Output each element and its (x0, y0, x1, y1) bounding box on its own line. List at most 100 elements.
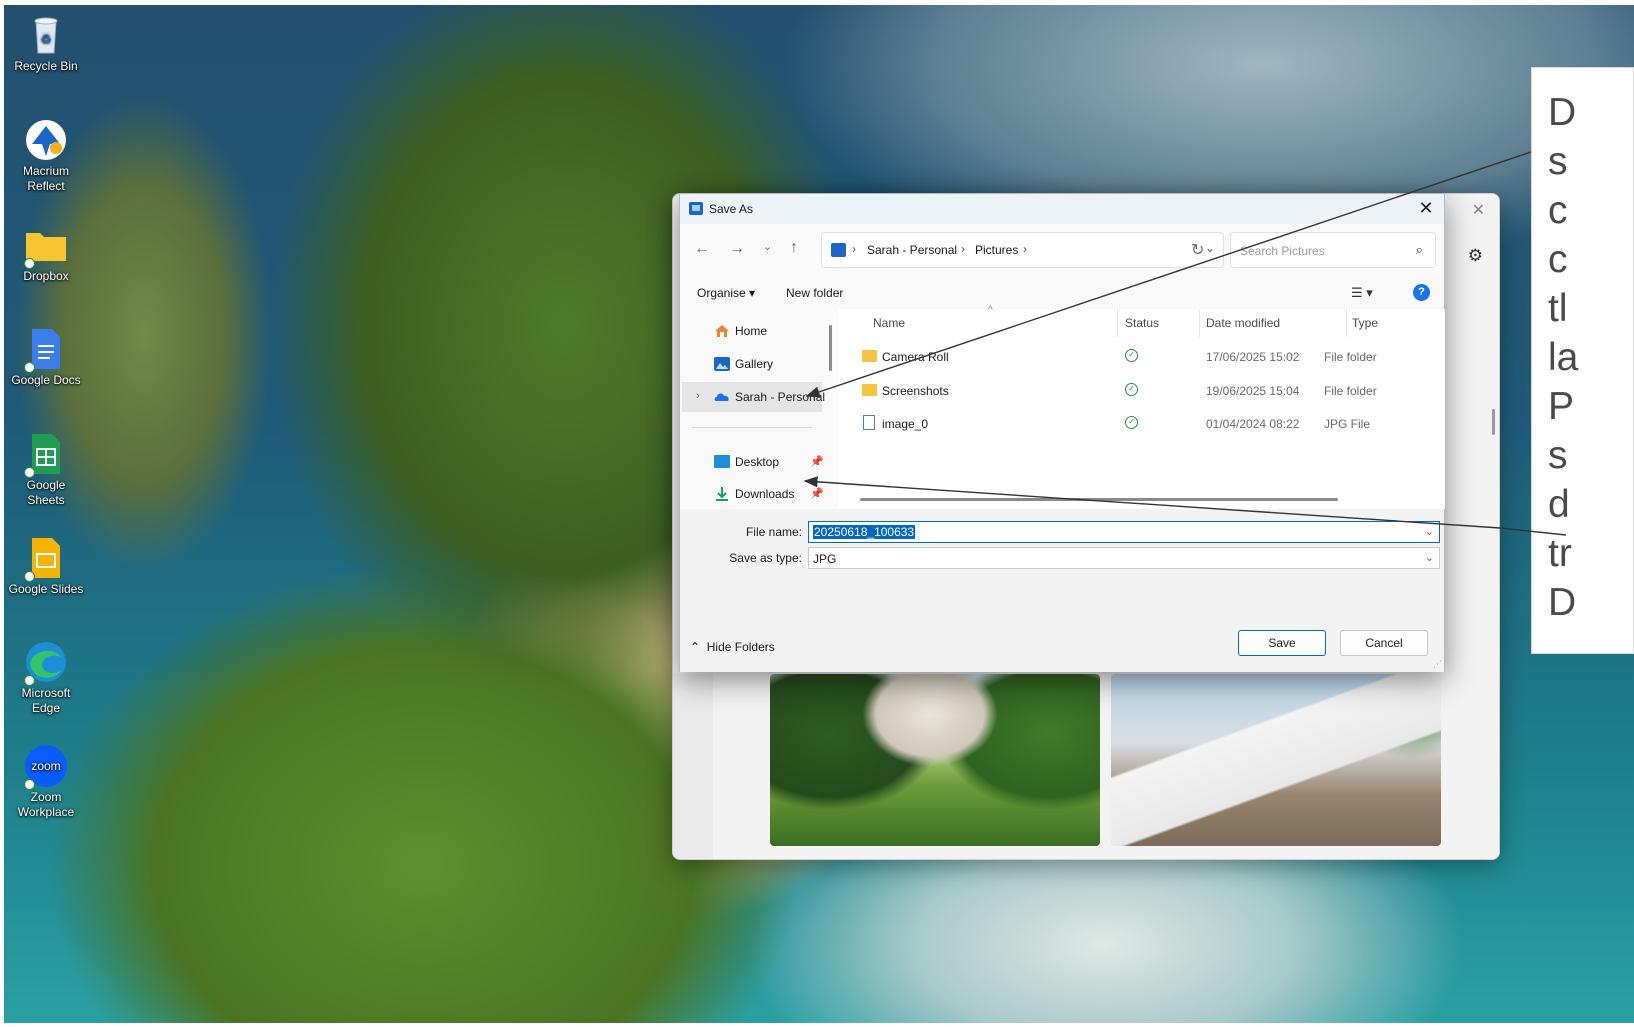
resize-grip-icon[interactable]: ⋰ (1433, 659, 1442, 670)
dialog-title: Save As (709, 202, 754, 216)
desktop-shortcut-label: Microsoft Edge (21, 686, 71, 715)
file-type: File folder (1324, 384, 1377, 398)
desktop-shortcut-microsoft-edge[interactable]: Microsoft Edge (8, 640, 84, 716)
column-header-date-modified[interactable]: Date modified (1206, 316, 1280, 330)
desktop-icon (714, 455, 730, 469)
desktop-shortcut-dropbox[interactable]: Dropbox (8, 223, 84, 284)
save-button[interactable]: Save (1238, 630, 1326, 656)
save-as-type-select[interactable]: JPG ⌄ (808, 547, 1440, 569)
dialog-footer: ⌃ Hide Folders Save Cancel ⋰ (680, 609, 1444, 672)
column-divider[interactable] (1346, 309, 1347, 337)
column-header-type[interactable]: Type (1352, 316, 1378, 330)
desktop-shortcut-label: Dropbox (23, 269, 69, 283)
cancel-button[interactable]: Cancel (1340, 630, 1428, 656)
desktop-shortcut-zoom-workplace[interactable]: zoom Zoom Workplace (8, 744, 84, 820)
close-button[interactable]: ✕ (1416, 198, 1436, 218)
desktop-shortcut-macrium-reflect[interactable]: Macrium Reflect (8, 118, 84, 194)
callout-line: d (1548, 483, 1570, 526)
chevron-right-icon[interactable]: › (696, 390, 700, 402)
downloads-icon (714, 487, 730, 501)
app-icon (689, 202, 703, 215)
new-folder-button[interactable]: New folder (786, 286, 843, 300)
sidebar-item-label: Gallery (735, 357, 774, 371)
file-type: File folder (1324, 350, 1377, 364)
organise-button[interactable]: Organise ▾ (697, 286, 755, 300)
column-divider[interactable] (1117, 309, 1118, 337)
address-bar[interactable]: › Sarah - Personal › Pictures › ⌄ (821, 232, 1224, 268)
help-icon[interactable]: ? (1413, 284, 1430, 301)
chevron-up-icon: ⌃ (690, 640, 701, 654)
sidebar-item-home[interactable]: Home (682, 316, 822, 346)
file-row[interactable]: image_0 ✓ 01/04/2024 08:22 JPG File (838, 408, 1445, 440)
file-row[interactable]: Screenshots ✓ 19/06/2025 15:04 File fold… (838, 375, 1445, 407)
search-box[interactable]: Search Pictures ⌕ (1230, 232, 1436, 268)
edge-icon (24, 640, 68, 686)
scrollbar[interactable] (1492, 409, 1495, 435)
column-header-status[interactable]: Status (1125, 316, 1159, 330)
close-icon[interactable]: ✕ (1472, 200, 1485, 220)
column-header-name[interactable]: Name (873, 316, 905, 330)
desktop-shortcut-recycle-bin[interactable]: ♻ Recycle Bin (8, 13, 84, 74)
google-docs-icon (24, 327, 68, 373)
pictures-icon (831, 243, 846, 257)
file-type: JPG File (1324, 417, 1371, 431)
gear-icon[interactable]: ⚙ (1468, 246, 1483, 266)
column-divider[interactable] (1199, 309, 1200, 337)
scrollbar[interactable] (829, 325, 832, 371)
sidebar-item-sarah-personal[interactable]: › Sarah - Personal (682, 382, 825, 412)
recent-locations-chevron-icon[interactable]: ⌄ (763, 240, 772, 253)
desktop-shortcut-label: Google Slides (8, 582, 84, 596)
image-file-icon (863, 415, 875, 430)
callout-line: P (1548, 385, 1575, 428)
view-options-icon[interactable]: ☰ ▾ (1351, 285, 1373, 301)
file-name-field[interactable]: 20250618_100633 ⌄ (808, 521, 1440, 543)
title-bar[interactable]: Save As ✕ (680, 194, 1444, 224)
refresh-icon[interactable]: ↻ (1191, 240, 1204, 260)
chevron-down-icon[interactable]: ⌄ (1205, 241, 1215, 255)
file-row[interactable]: Camera Roll ✓ 17/06/2025 15:02 File fold… (838, 341, 1445, 373)
sync-status-icon (24, 362, 35, 373)
file-name: image_0 (882, 417, 929, 431)
gallery-icon (714, 357, 730, 371)
synced-check-icon: ✓ (1125, 349, 1138, 362)
desktop-shortcut-google-slides[interactable]: Google Slides (8, 536, 84, 597)
sidebar-item-desktop[interactable]: Desktop 📌 (682, 447, 824, 477)
desktop-shortcut-google-docs[interactable]: Google Docs (8, 327, 84, 388)
dropbox-folder-icon (24, 223, 68, 269)
chevron-down-icon[interactable]: ⌄ (1425, 525, 1434, 538)
command-bar: Organise ▾ New folder ☰ ▾ ? (680, 278, 1444, 308)
chevron-down-icon[interactable]: ⌄ (1425, 551, 1434, 564)
search-input[interactable]: Search Pictures (1240, 244, 1325, 258)
sidebar-item-downloads[interactable]: Downloads 📌 (682, 479, 824, 509)
pin-icon[interactable]: 📌 (810, 455, 824, 468)
breadcrumb-pictures[interactable]: Pictures (975, 243, 1018, 257)
sidebar-item-label: Home (735, 324, 768, 338)
desktop-shortcut-label: Google Sheets (26, 478, 66, 507)
save-as-dialog: Save As ✕ ← → ⌄ ↑ › Sarah - Personal › P… (679, 193, 1445, 672)
onedrive-icon (714, 390, 730, 404)
hide-folders-label: Hide Folders (706, 640, 775, 654)
file-date: 19/06/2025 15:04 (1206, 384, 1300, 398)
sidebar-item-gallery[interactable]: Gallery (682, 349, 822, 379)
desktop-shortcut-label: Macrium Reflect (22, 164, 69, 193)
callout-line: s (1548, 140, 1568, 183)
photo-thumbnail[interactable] (770, 674, 1100, 846)
save-as-type-value: JPG (813, 552, 837, 566)
sync-status-icon (24, 571, 35, 582)
desktop-shortcut-google-sheets[interactable]: Google Sheets (8, 432, 84, 508)
callout-line: tl (1548, 287, 1568, 330)
pin-icon[interactable]: 📌 (810, 487, 824, 500)
forward-arrow-icon[interactable]: → (729, 240, 745, 258)
up-arrow-icon[interactable]: ↑ (790, 239, 798, 257)
recycle-bin-icon: ♻ (24, 13, 68, 57)
breadcrumb-sarah-personal[interactable]: Sarah - Personal (867, 243, 957, 257)
breadcrumb-separator: › (961, 242, 965, 256)
hide-folders-button[interactable]: ⌃ Hide Folders (690, 640, 775, 654)
horizontal-scrollbar[interactable] (860, 498, 1338, 501)
sort-caret-icon: ^ (988, 305, 993, 316)
folder-icon (862, 384, 877, 396)
file-date: 17/06/2025 15:02 (1206, 350, 1300, 364)
back-arrow-icon[interactable]: ← (694, 240, 710, 258)
breadcrumb-separator: › (852, 242, 856, 256)
photo-thumbnail[interactable] (1111, 674, 1441, 846)
